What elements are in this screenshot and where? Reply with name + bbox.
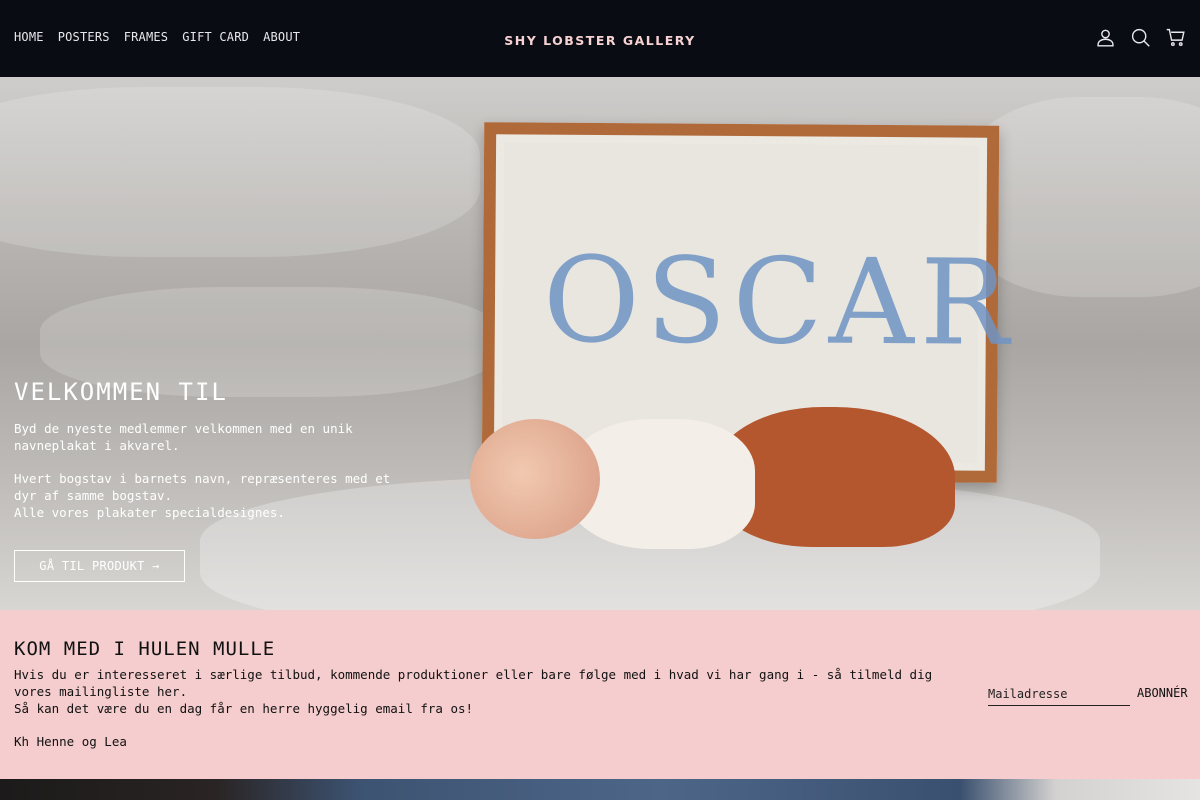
site-logo[interactable]: SHY LOBSTER GALLERY — [0, 33, 1200, 48]
hero-title: VELKOMMEN TIL — [14, 378, 228, 406]
header-icons — [1095, 27, 1186, 48]
newsletter-body: Hvis du er interesseret i særlige tilbud… — [14, 667, 933, 716]
user-icon[interactable] — [1095, 27, 1116, 48]
hero-banner: OSCAR VELKOMMEN TIL Byd de nyeste medlem… — [0, 77, 1200, 610]
site-header: HOME POSTERS FRAMES GIFT CARD ABOUT SHY … — [0, 0, 1200, 77]
newsletter-section: KOM MED I HULEN MULLE Hvis du er interes… — [0, 610, 1200, 779]
bed-sheet-fold — [0, 87, 480, 257]
hero-paragraph: Byd de nyeste medlemmer velkommen med en… — [14, 421, 353, 453]
baby-head — [470, 419, 600, 539]
subscribe-button[interactable]: ABONNÉR — [1137, 686, 1188, 700]
next-section-image — [0, 779, 1200, 800]
hero-paragraph: Hvert bogstav i barnets navn, repræsente… — [14, 471, 391, 520]
email-field[interactable] — [988, 682, 1130, 706]
go-to-product-button[interactable]: GÅ TIL PRODUKT → — [14, 550, 185, 582]
hero-text: VELKOMMEN TIL Byd de nyeste medlemmer ve… — [14, 378, 404, 521]
baby-photo — [470, 407, 980, 557]
newsletter-signature: Kh Henne og Lea — [14, 734, 127, 749]
poster-name-text: OSCAR — [542, 230, 1016, 372]
newsletter-title: KOM MED I HULEN MULLE — [14, 638, 276, 660]
cart-icon[interactable] — [1165, 27, 1186, 48]
search-icon[interactable] — [1130, 27, 1151, 48]
